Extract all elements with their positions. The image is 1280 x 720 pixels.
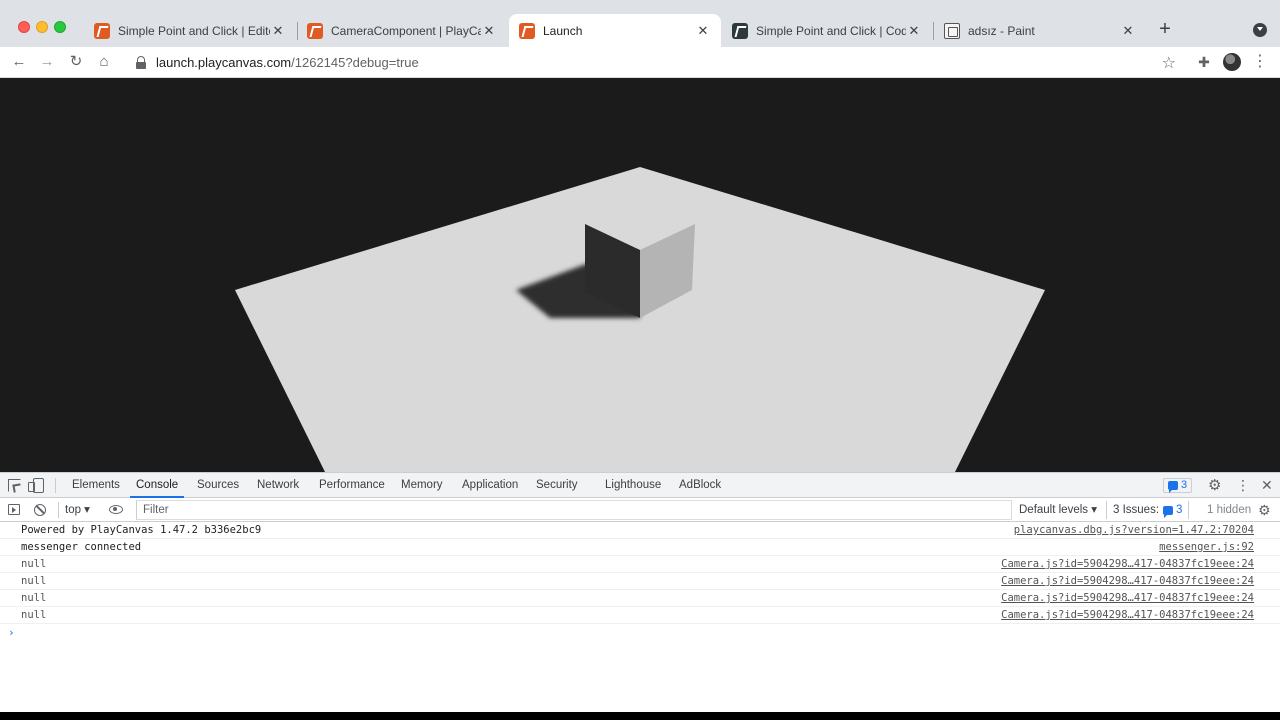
url-host: launch.playcanvas.com [156, 55, 292, 70]
messages-badge[interactable]: 3 [1163, 478, 1193, 493]
log-source-link[interactable]: Camera.js?id=5904298…417-04837fc19eee:24 [1001, 575, 1254, 587]
app-canvas[interactable] [0, 78, 1280, 472]
paint-icon [944, 22, 960, 39]
tab-launch[interactable]: Launch ✕ [509, 14, 721, 47]
forward-icon[interactable]: → [38, 53, 56, 71]
console-row: null Camera.js?id=5904298…417-04837fc19e… [0, 573, 1280, 590]
ground-plane [235, 167, 1045, 472]
tab-search-icon[interactable] [1253, 23, 1267, 37]
log-message: null [21, 575, 47, 587]
log-levels-dropdown[interactable]: Default levels ▾ [1019, 502, 1097, 518]
tab-label: Simple Point and Click | Editor [118, 23, 270, 38]
log-message: null [21, 609, 47, 621]
tab-editor[interactable]: Simple Point and Click | Editor ✕ [84, 14, 296, 47]
close-icon[interactable]: ✕ [906, 23, 922, 39]
bookmark-star-icon[interactable]: ☆ [1162, 53, 1176, 73]
close-icon[interactable]: ✕ [270, 23, 286, 39]
tab-application[interactable]: Application [462, 473, 518, 498]
extensions-puzzle-icon[interactable]: ✚ [1196, 54, 1212, 70]
tab-label: Launch [543, 23, 583, 38]
tab-code-editor[interactable]: Simple Point and Click | Code Editor ✕ [722, 14, 932, 47]
log-source-link[interactable]: playcanvas.dbg.js?version=1.47.2:70204 [1014, 524, 1254, 536]
tab-elements[interactable]: Elements [72, 473, 120, 498]
tab-performance[interactable]: Performance [319, 473, 385, 498]
console-row: null Camera.js?id=5904298…417-04837fc19e… [0, 556, 1280, 573]
close-devtools-icon[interactable]: ✕ [1261, 477, 1273, 494]
window-bottom-edge [0, 712, 1280, 720]
clear-console-icon[interactable] [34, 504, 46, 516]
divider [55, 478, 56, 493]
devtools-panel: Elements Console Sources Network Perform… [0, 472, 1280, 712]
context-select[interactable]: top ▾ [58, 502, 90, 518]
close-window-button[interactable] [18, 21, 30, 33]
tab-security[interactable]: Security [536, 473, 578, 498]
browser-toolbar: ← → ↻ ⌂ launch.playcanvas.com/1262145?de… [0, 47, 1280, 78]
console-row: Powered by PlayCanvas 1.47.2 b336e2bc9 p… [0, 522, 1280, 539]
scene-render [235, 167, 1045, 472]
issues-button[interactable]: 3 Issues: 3 [1106, 501, 1190, 519]
tab-adblock[interactable]: AdBlock [679, 473, 721, 498]
console-settings-gear-icon[interactable]: ⚙ [1258, 501, 1271, 519]
console-sidebar-icon[interactable] [8, 504, 20, 515]
log-message: null [21, 592, 47, 604]
maximize-window-button[interactable] [54, 21, 66, 33]
minimize-window-button[interactable] [36, 21, 48, 33]
console-row: null Camera.js?id=5904298…417-04837fc19e… [0, 590, 1280, 607]
message-icon [1168, 481, 1178, 493]
console-filter-input[interactable] [136, 500, 1012, 520]
kebab-menu-icon[interactable]: ⋮ [1252, 53, 1268, 71]
tab-lighthouse[interactable]: Lighthouse [605, 473, 661, 498]
tab-console[interactable]: Console [130, 473, 185, 498]
console-prompt[interactable]: › [8, 626, 15, 639]
console-output[interactable]: Powered by PlayCanvas 1.47.2 b336e2bc9 p… [0, 522, 1280, 713]
device-toolbar-icon[interactable] [28, 478, 44, 493]
back-icon[interactable]: ← [10, 53, 28, 71]
close-icon[interactable]: ✕ [1120, 23, 1136, 39]
tab-strip: Simple Point and Click | Editor ✕ Camera… [0, 0, 1280, 47]
home-icon[interactable]: ⌂ [95, 53, 113, 71]
issues-label: 3 Issues: [1113, 504, 1160, 516]
tab-label: CameraComponent | PlayCanvas [331, 23, 481, 38]
log-source-link[interactable]: Camera.js?id=5904298…417-04837fc19eee:24 [1001, 609, 1254, 621]
log-source-link[interactable]: messenger.js:92 [1159, 541, 1254, 553]
messages-count: 3 [1181, 479, 1188, 491]
url-text[interactable]: launch.playcanvas.com/1262145?debug=true [156, 55, 419, 70]
live-expression-eye-icon[interactable] [109, 505, 123, 514]
log-message: messenger connected [21, 541, 142, 553]
playcanvas-icon [307, 22, 323, 39]
close-icon[interactable]: ✕ [481, 23, 497, 39]
close-icon[interactable]: ✕ [695, 23, 711, 39]
tab-label: adsız - Paint [968, 23, 1035, 38]
lock-icon[interactable] [134, 55, 148, 70]
tab-sources[interactable]: Sources [197, 473, 239, 498]
reload-icon[interactable]: ↻ [67, 53, 85, 71]
inspect-element-icon[interactable] [8, 479, 21, 492]
tab-label: Simple Point and Click | Code Editor [756, 23, 906, 38]
address-bar[interactable]: launch.playcanvas.com/1262145?debug=true… [126, 49, 1190, 76]
tab-camera-component[interactable]: CameraComponent | PlayCanvas ✕ [297, 14, 507, 47]
playcanvas-icon [94, 22, 110, 39]
console-row: null Camera.js?id=5904298…417-04837fc19e… [0, 607, 1280, 624]
message-icon [1163, 505, 1174, 518]
devtools-tabbar: Elements Console Sources Network Perform… [0, 473, 1280, 498]
hidden-count: 1 hidden [1207, 504, 1252, 516]
settings-gear-icon[interactable]: ⚙ [1208, 477, 1221, 494]
console-row: messenger connected messenger.js:92 [0, 539, 1280, 556]
log-source-link[interactable]: Camera.js?id=5904298…417-04837fc19eee:24 [1001, 592, 1254, 604]
tab-paint[interactable]: adsız - Paint ✕ [934, 14, 1146, 47]
log-message: null [21, 558, 47, 570]
playcanvas-icon [519, 22, 535, 39]
tab-memory[interactable]: Memory [401, 473, 443, 498]
avatar[interactable] [1223, 53, 1241, 71]
url-path: /1262145?debug=true [291, 55, 419, 70]
devtools-menu-icon[interactable]: ⋮ [1236, 477, 1250, 494]
log-source-link[interactable]: Camera.js?id=5904298…417-04837fc19eee:24 [1001, 558, 1254, 570]
code-editor-icon [732, 22, 748, 39]
console-toolbar: top ▾ Default levels ▾ 3 Issues: 3 1 hid… [0, 498, 1280, 522]
tab-network[interactable]: Network [257, 473, 299, 498]
issues-count: 3 [1176, 504, 1183, 516]
new-tab-button[interactable]: + [1156, 19, 1174, 39]
log-message: Powered by PlayCanvas 1.47.2 b336e2bc9 [21, 524, 262, 536]
